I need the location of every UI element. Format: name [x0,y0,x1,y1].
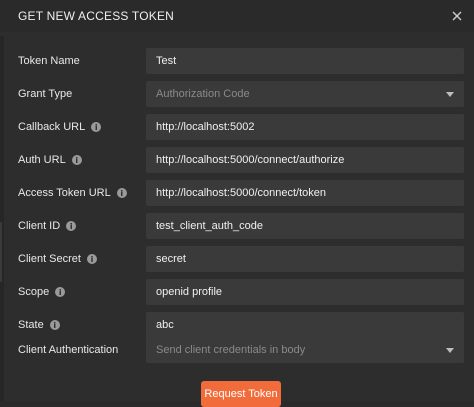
token-name-label-text: Token Name [18,55,80,67]
chevron-down-icon [446,347,454,353]
left-edge-marker [0,222,2,282]
access-token-url-input[interactable] [146,180,464,206]
grant-type-select[interactable]: Authorization Code [146,81,464,107]
scope-label: Scope i [18,286,146,298]
row-client-authentication: Client Authentication Send client creden… [18,337,466,363]
info-icon[interactable]: i [49,320,60,330]
state-label: State i [18,319,146,331]
state-input[interactable] [146,312,464,338]
row-client-id: Client ID i [18,213,466,239]
close-icon[interactable] [448,7,466,25]
chevron-down-icon [446,91,454,97]
info-icon[interactable]: i [66,221,77,231]
grant-type-label: Grant Type [18,88,146,100]
client-id-label-text: Client ID [18,220,61,232]
close-icon-svg [452,11,462,21]
dialog-header: GET NEW ACCESS TOKEN [0,0,474,32]
left-edge [0,36,4,401]
row-token-name: Token Name [18,48,466,74]
client-authentication-label-text: Client Authentication [18,344,119,356]
row-callback-url: Callback URL i [18,114,466,140]
grant-type-value: Authorization Code [156,88,250,100]
access-token-url-label-text: Access Token URL [18,187,111,199]
client-authentication-label: Client Authentication [18,344,146,356]
row-auth-url: Auth URL i [18,147,466,173]
client-id-label: Client ID i [18,220,146,232]
client-secret-label-text: Client Secret [18,253,81,265]
dialog-title: GET NEW ACCESS TOKEN [18,9,175,23]
auth-url-label: Auth URL i [18,154,146,166]
access-token-dialog: GET NEW ACCESS TOKEN Token Name Grant Ty… [0,0,474,407]
row-scope: Scope i [18,279,466,305]
row-grant-type: Grant Type Authorization Code [18,81,466,107]
info-icon[interactable]: i [55,287,66,297]
scope-input[interactable] [146,279,464,305]
callback-url-input[interactable] [146,114,464,140]
info-icon[interactable]: i [116,188,127,198]
row-access-token-url: Access Token URL i [18,180,466,206]
access-token-url-label: Access Token URL i [18,187,146,199]
info-icon[interactable]: i [86,254,97,264]
info-icon[interactable]: i [71,155,82,165]
callback-url-label: Callback URL i [18,121,146,133]
client-authentication-select[interactable]: Send client credentials in body [146,337,464,363]
row-client-secret: Client Secret i [18,246,466,272]
grant-type-label-text: Grant Type [18,88,73,100]
row-state: State i [18,312,466,338]
auth-url-label-text: Auth URL [18,154,66,166]
token-name-input[interactable] [146,48,464,74]
callback-url-label-text: Callback URL [18,121,86,133]
request-token-button[interactable]: Request Token [201,381,281,407]
token-name-label: Token Name [18,55,146,67]
info-icon[interactable]: i [91,122,102,132]
state-label-text: State [18,319,44,331]
client-id-input[interactable] [146,213,464,239]
auth-url-input[interactable] [146,147,464,173]
client-secret-label: Client Secret i [18,253,146,265]
client-authentication-value: Send client credentials in body [156,344,306,356]
scope-label-text: Scope [18,286,50,298]
client-secret-input[interactable] [146,246,464,272]
request-token-label: Request Token [204,388,278,400]
